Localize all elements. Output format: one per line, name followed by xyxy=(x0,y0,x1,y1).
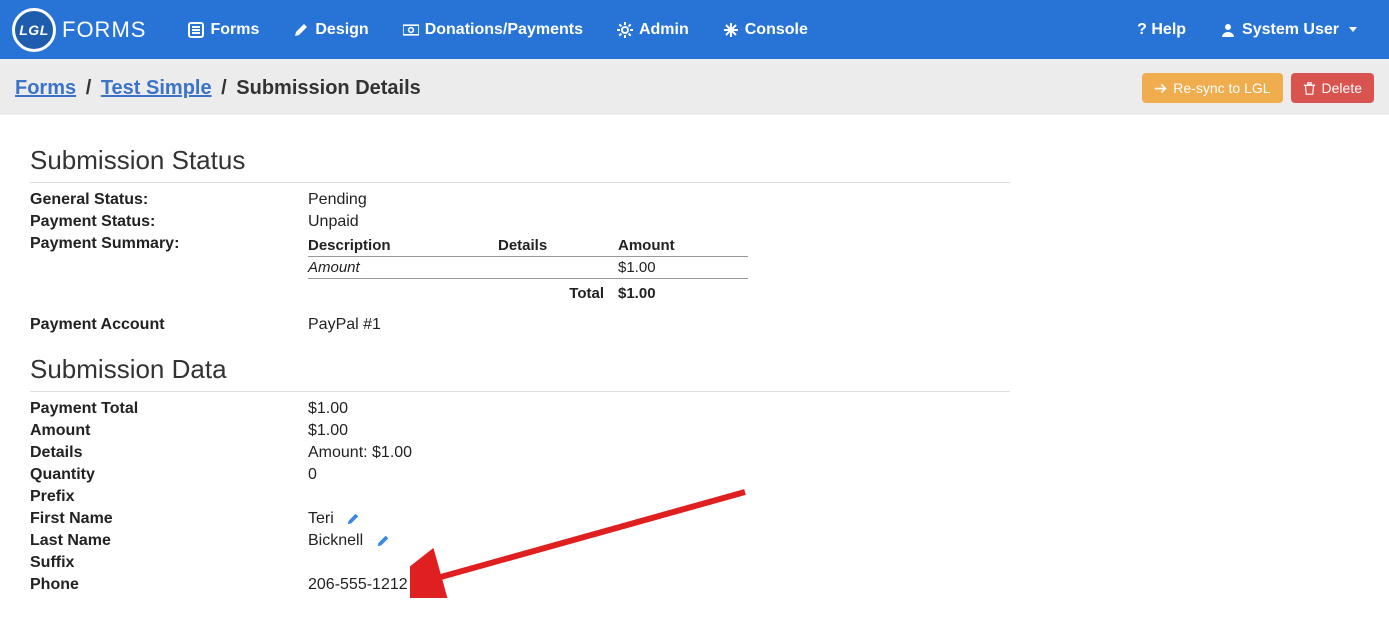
details-value: Amount: $1.00 xyxy=(308,444,412,462)
payment-account-label: Payment Account xyxy=(30,316,308,334)
nav-help[interactable]: ? Help xyxy=(1123,13,1200,47)
phone-value: 206-555-1212 xyxy=(308,576,408,593)
nav-help-label: ? Help xyxy=(1137,21,1186,39)
payment-summary-table: Description Details Amount Amount $1.00 … xyxy=(308,235,748,304)
col-amount: Amount xyxy=(618,235,748,257)
user-icon xyxy=(1220,22,1236,38)
amount-label: Amount xyxy=(30,422,308,440)
row-payment-account: Payment Account PayPal #1 xyxy=(30,314,1010,336)
breadcrumb-forms[interactable]: Forms xyxy=(15,77,76,99)
amount-value: $1.00 xyxy=(308,422,348,440)
row-first-name: First Name Teri xyxy=(30,508,1010,530)
summary-row: Amount $1.00 xyxy=(308,257,748,279)
summary-total-row: Total $1.00 xyxy=(308,279,748,305)
total-value: $1.00 xyxy=(618,279,748,305)
data-section-title: Submission Data xyxy=(30,354,1010,392)
nav-donations[interactable]: Donations/Payments xyxy=(389,13,597,47)
nav-design[interactable]: Design xyxy=(279,13,382,47)
nav-console-label: Console xyxy=(745,21,808,39)
logo-text: FORMS xyxy=(62,17,146,43)
status-section-title: Submission Status xyxy=(30,145,1010,183)
nav-user-label: System User xyxy=(1242,21,1339,39)
payment-summary-label: Payment Summary: xyxy=(30,235,308,304)
nav-design-label: Design xyxy=(315,21,368,39)
pencil-icon xyxy=(293,22,309,38)
row-last-name: Last Name Bicknell xyxy=(30,530,1010,552)
payment-status-label: Payment Status: xyxy=(30,213,308,231)
row-payment-total: Payment Total $1.00 xyxy=(30,398,1010,420)
nav-forms[interactable]: Forms xyxy=(174,13,273,47)
payment-total-value: $1.00 xyxy=(308,400,348,418)
row-details: Details Amount: $1.00 xyxy=(30,442,1010,464)
breadcrumb-bar: Forms / Test Simple / Submission Details… xyxy=(0,59,1389,115)
first-name-value: Teri xyxy=(308,510,334,527)
content: Submission Status General Status: Pendin… xyxy=(0,115,1040,626)
payment-account-value: PayPal #1 xyxy=(308,316,381,334)
payment-total-label: Payment Total xyxy=(30,400,308,418)
first-name-label: First Name xyxy=(30,510,308,528)
logo-badge: LGL xyxy=(12,8,56,52)
money-icon xyxy=(403,22,419,38)
nav-console[interactable]: Console xyxy=(709,13,822,47)
general-status-value: Pending xyxy=(308,191,367,209)
pencil-icon[interactable] xyxy=(376,534,390,548)
chevron-down-icon xyxy=(1349,27,1357,32)
last-name-value: Bicknell xyxy=(308,532,363,549)
phone-label: Phone xyxy=(30,576,308,594)
list-icon xyxy=(188,22,204,38)
nav-admin-label: Admin xyxy=(639,21,689,39)
nav-right: ? Help System User xyxy=(1123,13,1371,47)
asterisk-icon xyxy=(723,22,739,38)
quantity-value: 0 xyxy=(308,466,317,484)
logo[interactable]: LGL FORMS xyxy=(12,8,146,52)
nav-user[interactable]: System User xyxy=(1206,13,1371,47)
cell-details xyxy=(498,257,618,279)
breadcrumb: Forms / Test Simple / Submission Details xyxy=(15,77,421,100)
total-label: Total xyxy=(498,279,618,305)
nav-admin[interactable]: Admin xyxy=(603,13,703,47)
cell-desc: Amount xyxy=(308,257,498,279)
row-payment-summary: Payment Summary: Description Details Amo… xyxy=(30,233,1010,306)
last-name-label: Last Name xyxy=(30,532,308,550)
pencil-icon[interactable] xyxy=(420,578,434,592)
row-quantity: Quantity 0 xyxy=(30,464,1010,486)
quantity-label: Quantity xyxy=(30,466,308,484)
arrow-right-icon xyxy=(1154,82,1167,95)
delete-button[interactable]: Delete xyxy=(1291,73,1374,103)
resync-label: Re-sync to LGL xyxy=(1173,80,1270,96)
breadcrumb-current: Submission Details xyxy=(236,77,421,99)
nav-forms-label: Forms xyxy=(210,21,259,39)
delete-label: Delete xyxy=(1322,80,1362,96)
row-phone: Phone 206-555-1212 xyxy=(30,574,1010,596)
row-suffix: Suffix xyxy=(30,552,1010,574)
details-label: Details xyxy=(30,444,308,462)
page-actions: Re-sync to LGL Delete xyxy=(1142,73,1374,103)
pencil-icon[interactable] xyxy=(346,512,360,526)
gear-icon xyxy=(617,22,633,38)
col-details: Details xyxy=(498,235,618,257)
resync-button[interactable]: Re-sync to LGL xyxy=(1142,73,1282,103)
general-status-label: General Status: xyxy=(30,191,308,209)
breadcrumb-form-name[interactable]: Test Simple xyxy=(101,77,212,99)
row-payment-status: Payment Status: Unpaid xyxy=(30,211,1010,233)
prefix-label: Prefix xyxy=(30,488,308,506)
nav-donations-label: Donations/Payments xyxy=(425,21,583,39)
row-amount: Amount $1.00 xyxy=(30,420,1010,442)
col-description: Description xyxy=(308,235,498,257)
nav-left: Forms Design Donations/Payments Admin Co… xyxy=(174,13,821,47)
payment-status-value: Unpaid xyxy=(308,213,359,231)
row-general-status: General Status: Pending xyxy=(30,189,1010,211)
trash-icon xyxy=(1303,82,1316,95)
top-nav: LGL FORMS Forms Design Donations/Payment… xyxy=(0,0,1389,59)
cell-amount: $1.00 xyxy=(618,257,748,279)
row-prefix: Prefix xyxy=(30,486,1010,508)
suffix-label: Suffix xyxy=(30,554,308,572)
